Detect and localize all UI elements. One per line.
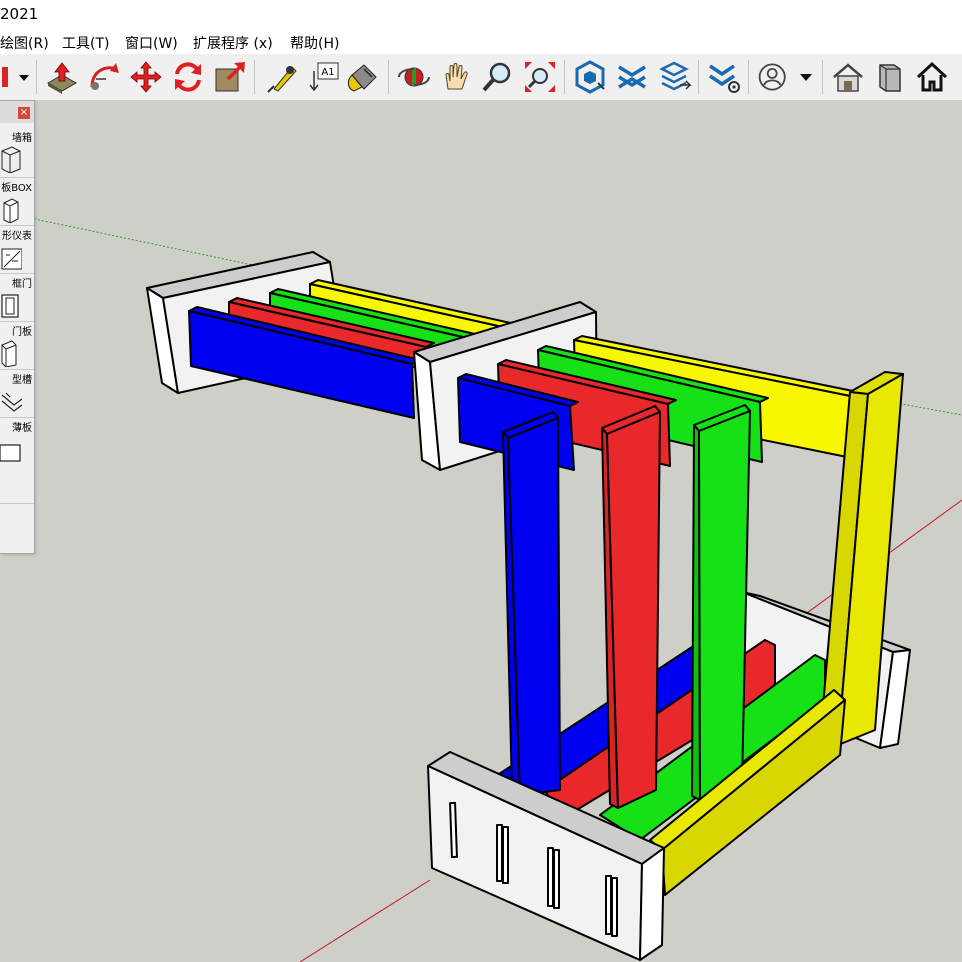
- frame-door-icon: [0, 289, 22, 319]
- toolbar-separator: [254, 60, 255, 94]
- board-box-icon: [0, 193, 22, 223]
- tray-item-label: 框门: [12, 279, 32, 290]
- zoom-icon[interactable]: [480, 59, 516, 95]
- extension-3-icon[interactable]: [656, 59, 692, 95]
- component-icon[interactable]: [872, 59, 908, 95]
- thin-board-icon: [0, 433, 22, 463]
- rotate-icon[interactable]: [170, 59, 206, 95]
- toolbar-separator: [748, 60, 749, 94]
- model-drawing: [29, 217, 962, 962]
- toolbar-separator: [698, 60, 699, 94]
- text-icon[interactable]: A1: [306, 59, 342, 95]
- menu-draw[interactable]: 绘图(R): [0, 33, 49, 53]
- orbit-icon[interactable]: [396, 59, 432, 95]
- toolbar-separator: [388, 60, 389, 94]
- tray-item-label: 型槽: [12, 375, 32, 386]
- window-title: 2021: [0, 5, 39, 23]
- home-icon[interactable]: [914, 59, 950, 95]
- tray-item-label: 板BOX: [1, 183, 32, 194]
- pan-icon[interactable]: [438, 59, 474, 95]
- paint-bucket-icon[interactable]: [344, 59, 380, 95]
- extension-1-icon[interactable]: [572, 59, 608, 95]
- tray-divider: [0, 503, 34, 504]
- tray-item-frame-door[interactable]: 框门: [0, 275, 34, 321]
- door-panel-icon: [0, 337, 22, 367]
- tray-close-button[interactable]: ×: [18, 107, 30, 119]
- tray-item-wall-box[interactable]: 墙箱: [0, 129, 34, 175]
- zoom-extents-icon[interactable]: [522, 59, 558, 95]
- account-dropdown-icon[interactable]: [798, 59, 816, 95]
- tray-item-thin-board[interactable]: 薄板: [0, 419, 34, 465]
- shape-icon: [0, 241, 22, 271]
- title-bar: 2021: [0, 0, 962, 30]
- blue-post: [502, 411, 561, 796]
- menu-window[interactable]: 窗口(W): [125, 33, 178, 53]
- push-pull-icon[interactable]: [44, 59, 80, 95]
- scale-icon[interactable]: [212, 59, 248, 95]
- toolbar-separator: [564, 60, 565, 94]
- toolbar-separator: [822, 60, 823, 94]
- tray-item-board-box[interactable]: 板BOX: [0, 179, 34, 225]
- tray-divider: [0, 225, 34, 226]
- menu-help[interactable]: 帮助(H): [290, 33, 339, 53]
- groove-icon: [0, 385, 22, 415]
- extension-tray: × 墙箱 板BOX 形仪表 框门 门板 型槽 薄板: [0, 100, 35, 554]
- red-post: [601, 405, 661, 809]
- paint-dropdown-icon[interactable]: [0, 59, 32, 95]
- tray-divider: [0, 369, 34, 370]
- tray-item-label: 门板: [12, 327, 32, 338]
- toolbar-separator: [36, 60, 37, 94]
- menu-tools[interactable]: 工具(T): [62, 33, 109, 53]
- text-tool-glyph: A1: [321, 67, 334, 78]
- tray-divider: [0, 321, 34, 322]
- tray-header: ×: [0, 101, 34, 123]
- move-icon[interactable]: [128, 59, 164, 95]
- tray-divider: [0, 177, 34, 178]
- extension-2-icon[interactable]: [614, 59, 650, 95]
- account-icon[interactable]: [756, 59, 796, 95]
- extension-4-icon[interactable]: [706, 59, 742, 95]
- tray-item-label: 墙箱: [12, 133, 32, 144]
- tray-item-groove[interactable]: 型槽: [0, 371, 34, 417]
- tray-divider: [0, 273, 34, 274]
- tray-item-shape[interactable]: 形仪表: [0, 227, 34, 273]
- tray-divider: [0, 417, 34, 418]
- menu-bar: 绘图(R) 工具(T) 窗口(W) 扩展程序 (x) 帮助(H): [0, 30, 962, 54]
- tape-measure-icon[interactable]: [262, 59, 298, 95]
- red-axis-front: [299, 879, 431, 962]
- tray-item-door-panel[interactable]: 门板: [0, 323, 34, 369]
- green-post: [691, 404, 751, 801]
- tray-item-label: 形仪表: [2, 231, 32, 242]
- main-toolbar: A1: [0, 54, 962, 101]
- menu-extensions[interactable]: 扩展程序 (x): [193, 33, 273, 53]
- 3d-viewport[interactable]: [0, 100, 962, 962]
- wall-box-icon: [0, 143, 22, 173]
- tray-item-label: 薄板: [12, 423, 32, 434]
- warehouse-icon[interactable]: [830, 59, 866, 95]
- follow-me-icon[interactable]: [86, 59, 122, 95]
